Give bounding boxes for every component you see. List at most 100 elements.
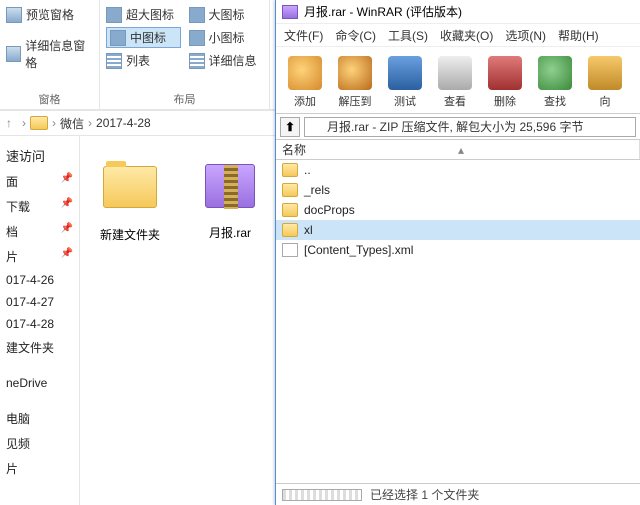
list-icon <box>189 53 205 69</box>
nav-item[interactable]: 片 <box>2 456 77 481</box>
file-icon <box>282 243 298 257</box>
status-text: 已经选择 1 个文件夹 <box>370 486 479 503</box>
nav-onedrive[interactable]: neDrive <box>2 372 77 394</box>
pin-icon: 📌 <box>61 223 73 240</box>
test-button[interactable]: 测试 <box>380 49 430 111</box>
add-button[interactable]: 添加 <box>280 49 330 111</box>
details-view-button[interactable]: 详细信息 <box>189 50 264 71</box>
nav-item[interactable]: 面📌 <box>2 169 77 194</box>
menu-fav[interactable]: 收藏夹(O) <box>440 27 493 44</box>
ribbon-panes-group: 预览窗格 详细信息窗格 窗格 <box>0 0 100 109</box>
list-row[interactable]: xl <box>276 220 640 240</box>
winrar-window: 月报.rar - WinRAR (评估版本) 文件(F) 命令(C) 工具(S)… <box>275 0 640 505</box>
chevron-right-icon: › <box>88 116 92 130</box>
menu-file[interactable]: 文件(F) <box>284 27 323 44</box>
path-text: 月报.rar - ZIP 压缩文件, 解包大小为 25,596 字节 <box>327 118 584 135</box>
menu-tool[interactable]: 工具(S) <box>388 27 428 44</box>
up-button[interactable]: ⬆ <box>280 117 300 137</box>
window-title: 月报.rar - WinRAR (评估版本) <box>304 3 462 20</box>
nav-item[interactable]: 片📌 <box>2 244 77 269</box>
nav-up-icon[interactable]: ↑ <box>6 116 12 130</box>
list-row[interactable]: [Content_Types].xml <box>276 240 640 260</box>
folder-icon <box>282 183 298 197</box>
rar-icon <box>309 121 323 133</box>
file-label: 月报.rar <box>190 224 270 241</box>
extract-button[interactable]: 解压到 <box>330 49 380 111</box>
folder-icon <box>282 203 298 217</box>
folder-icon <box>30 116 48 130</box>
nav-item[interactable]: 017-4-27 <box>2 291 77 313</box>
extra-large-icons-button[interactable]: 超大图标 <box>106 4 181 25</box>
grid-icon <box>106 7 122 23</box>
details-pane-button[interactable]: 详细信息窗格 <box>6 35 93 73</box>
large-icons-button[interactable]: 大图标 <box>189 4 264 25</box>
quick-access[interactable]: 速访问 <box>2 142 77 169</box>
folder-up-icon <box>282 163 298 177</box>
list-view-button[interactable]: 列表 <box>106 50 181 71</box>
menu-cmd[interactable]: 命令(C) <box>335 27 376 44</box>
list-row-up[interactable]: .. <box>276 160 640 180</box>
col-name: 名称 <box>282 141 306 158</box>
list-row[interactable]: docProps <box>276 200 640 220</box>
nav-item[interactable]: 017-4-26 <box>2 269 77 291</box>
wizard-button[interactable]: 向 <box>580 49 630 111</box>
view-icon <box>438 56 472 90</box>
nav-item[interactable]: 017-4-28 <box>2 313 77 335</box>
rar-icon <box>205 164 255 208</box>
list-header[interactable]: 名称 ▴ <box>276 140 640 160</box>
details-pane-label: 详细信息窗格 <box>25 37 93 71</box>
nav-item[interactable]: 档📌 <box>2 219 77 244</box>
folder-item[interactable]: 新建文件夹 <box>90 156 170 243</box>
nav-item[interactable]: 下载📌 <box>2 194 77 219</box>
find-button[interactable]: 查找 <box>530 49 580 111</box>
nav-thispc[interactable]: 电脑 <box>2 406 77 431</box>
progress-icon <box>282 489 362 501</box>
toolbar: 添加 解压到 测试 查看 删除 查找 向 <box>276 46 640 114</box>
nav-item[interactable]: 见频 <box>2 431 77 456</box>
path-box[interactable]: 月报.rar - ZIP 压缩文件, 解包大小为 25,596 字节 <box>304 117 636 137</box>
rar-file-item[interactable]: 月报.rar <box>190 156 270 241</box>
test-icon <box>388 56 422 90</box>
menu-help[interactable]: 帮助(H) <box>558 27 599 44</box>
chevron-right-icon: › <box>22 116 26 130</box>
preview-pane-label: 预览窗格 <box>26 6 74 23</box>
wizard-icon <box>588 56 622 90</box>
menu-opt[interactable]: 选项(N) <box>505 27 546 44</box>
grid-icon <box>189 7 205 23</box>
preview-pane-icon <box>6 7 22 23</box>
pin-icon: 📌 <box>61 248 73 265</box>
sort-icon: ▴ <box>458 143 464 157</box>
medium-icons-button[interactable]: 中图标 <box>106 27 181 48</box>
status-bar: 已经选择 1 个文件夹 <box>276 483 640 505</box>
grid-icon <box>110 30 126 46</box>
list-icon <box>106 53 122 69</box>
pin-icon: 📌 <box>61 173 73 190</box>
delete-button[interactable]: 删除 <box>480 49 530 111</box>
chevron-right-icon: › <box>52 116 56 130</box>
nav-item[interactable]: 建文件夹 <box>2 335 77 360</box>
delete-icon <box>488 56 522 90</box>
pin-icon: 📌 <box>61 198 73 215</box>
folder-icon <box>103 166 157 208</box>
titlebar[interactable]: 月报.rar - WinRAR (评估版本) <box>276 0 640 24</box>
view-button[interactable]: 查看 <box>430 49 480 111</box>
preview-pane-button[interactable]: 预览窗格 <box>6 4 93 25</box>
pathbar: ⬆ 月报.rar - ZIP 压缩文件, 解包大小为 25,596 字节 <box>276 114 640 140</box>
add-icon <box>288 56 322 90</box>
nav-pane[interactable]: 速访问 面📌 下载📌 档📌 片📌 017-4-26 017-4-27 017-4… <box>0 136 80 505</box>
ribbon-group-label: 布局 <box>106 87 263 107</box>
details-pane-icon <box>6 46 21 62</box>
file-label: 新建文件夹 <box>90 226 170 243</box>
ribbon-group-label: 窗格 <box>6 87 93 107</box>
extract-icon <box>338 56 372 90</box>
breadcrumb-seg[interactable]: 微信 <box>60 115 84 132</box>
ribbon-layout-group: 超大图标 大图标 中图标 小图标 列表 详细信息 布局 <box>100 0 270 109</box>
grid-icon <box>189 30 205 46</box>
file-list[interactable]: .. _rels docProps xl [Content_Types].xml <box>276 160 640 460</box>
find-icon <box>538 56 572 90</box>
small-icons-button[interactable]: 小图标 <box>189 27 264 48</box>
list-row[interactable]: _rels <box>276 180 640 200</box>
breadcrumb-seg[interactable]: 2017-4-28 <box>96 116 151 130</box>
rar-icon <box>282 5 298 19</box>
menubar: 文件(F) 命令(C) 工具(S) 收藏夹(O) 选项(N) 帮助(H) <box>276 24 640 46</box>
